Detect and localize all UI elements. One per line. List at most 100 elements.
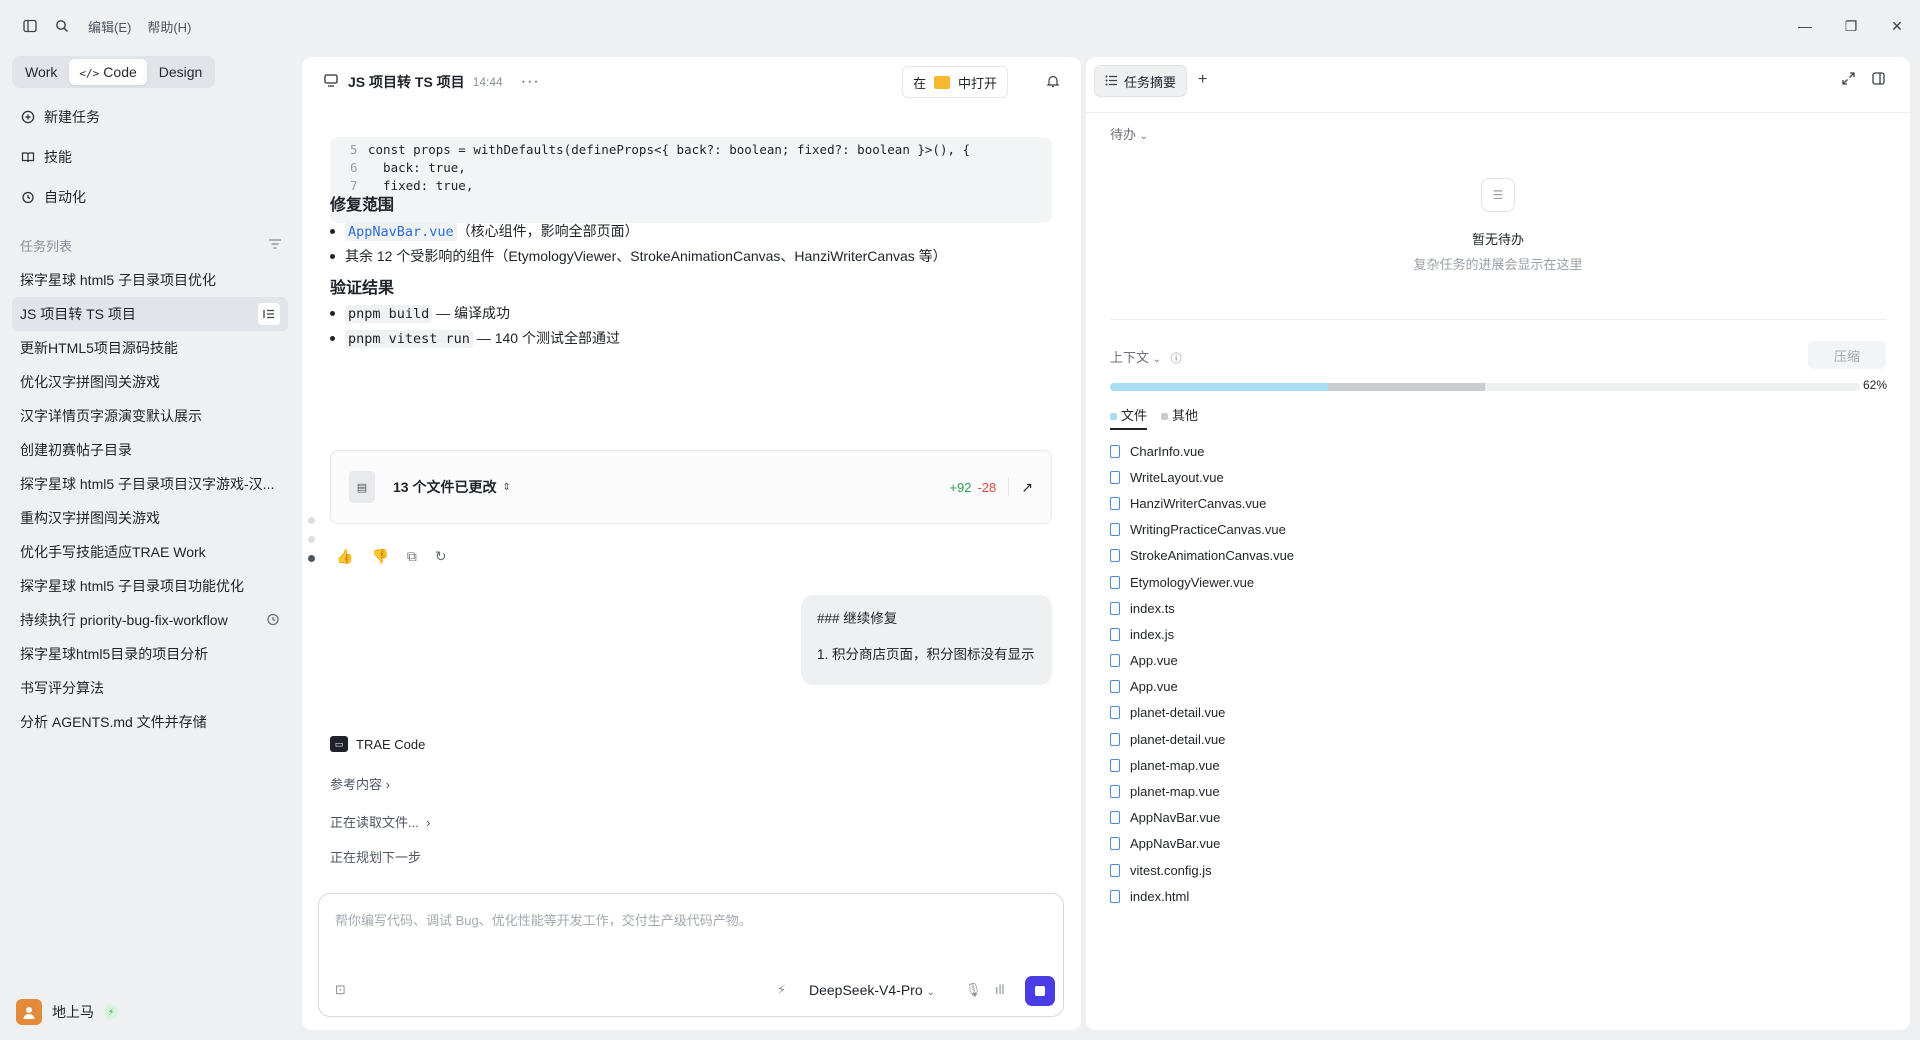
mode-design[interactable]: Design xyxy=(149,59,213,85)
file-row[interactable]: index.html xyxy=(1110,883,1294,909)
todo-section-toggle[interactable]: 待办 ⌄ xyxy=(1110,124,1148,143)
filter-icon[interactable] xyxy=(268,238,282,253)
attach-icon[interactable]: ⊡ xyxy=(335,982,346,998)
file-diff-icon: ▤ xyxy=(349,471,375,503)
file-row[interactable]: WriteLayout.vue xyxy=(1110,464,1294,490)
task-label: 探字星球html5目录的项目分析 xyxy=(20,646,209,662)
file-row[interactable]: index.js xyxy=(1110,621,1294,647)
task-item[interactable]: 汉字详情页字源演变默认展示 xyxy=(12,399,288,433)
file-row[interactable]: CharInfo.vue xyxy=(1110,438,1294,464)
task-item[interactable]: 探字星球 html5 子目录项目优化 xyxy=(12,263,288,297)
context-percent: 62% xyxy=(1863,378,1888,392)
file-icon xyxy=(1110,758,1120,772)
panel-toggle-icon[interactable] xyxy=(1872,72,1885,88)
window-controls: — ❐ ✕ xyxy=(1782,0,1920,52)
task-item-active[interactable]: JS 项目转 TS 项目 xyxy=(12,297,288,331)
thumbs-down-icon[interactable]: 👎 xyxy=(371,548,388,565)
expand-icon[interactable] xyxy=(1842,72,1855,88)
task-item[interactable]: 探字星球 html5 子目录项目功能优化 xyxy=(12,569,288,603)
user-profile[interactable]: 地上马 ⚡ xyxy=(16,999,118,1025)
empty-todo-icon: ☰ xyxy=(1481,178,1515,212)
nav-automation[interactable]: 自动化 xyxy=(20,183,86,211)
add-tab-icon[interactable]: + xyxy=(1198,71,1207,89)
file-row[interactable]: index.ts xyxy=(1110,595,1294,621)
maximize-icon[interactable]: ❐ xyxy=(1828,0,1874,52)
file-name: CharInfo.vue xyxy=(1130,443,1205,459)
task-item[interactable]: 重构汉字拼图闯关游戏 xyxy=(12,501,288,535)
file-row[interactable]: EtymologyViewer.vue xyxy=(1110,569,1294,595)
composer-input[interactable]: 帮你编写代码、调试 Bug、优化性能等开发工作，交付生产级代码产物。 xyxy=(335,910,752,929)
reading-files-label: 正在读取文件... xyxy=(330,815,419,830)
file-row[interactable]: WritingPracticeCanvas.vue xyxy=(1110,517,1294,543)
file-icon xyxy=(1110,732,1120,746)
chat-panel: JS 项目转 TS 项目 14:44 ··· 在 中打开 5 const prop… xyxy=(302,57,1081,1030)
minimize-icon[interactable]: — xyxy=(1782,0,1828,52)
legend-files[interactable]: 文件 xyxy=(1110,405,1148,430)
file-row[interactable]: planet-map.vue xyxy=(1110,752,1294,778)
file-row[interactable]: vitest.config.js xyxy=(1110,857,1294,883)
task-item[interactable]: 探字星球html5目录的项目分析 xyxy=(12,637,288,671)
file-row[interactable]: HanziWriterCanvas.vue xyxy=(1110,490,1294,516)
task-item[interactable]: 书写评分算法 xyxy=(12,671,288,705)
legend-other[interactable]: 其他 xyxy=(1161,405,1198,430)
file-row[interactable]: planet-detail.vue xyxy=(1110,726,1294,752)
user-message-line: 1. 积分商店页面，积分图标没有显示 xyxy=(817,647,1035,662)
task-item[interactable]: 持续执行 priority-bug-fix-workflow xyxy=(12,603,288,637)
refresh-icon[interactable]: ↻ xyxy=(435,548,447,565)
task-item[interactable]: 优化手写技能适应TRAE Work xyxy=(12,535,288,569)
file-row[interactable]: planet-map.vue xyxy=(1110,778,1294,804)
file-link[interactable]: AppNavBar.vue xyxy=(345,223,457,241)
compress-button[interactable]: 压缩 xyxy=(1808,341,1886,369)
scroll-dot-active[interactable] xyxy=(308,555,315,562)
mode-code[interactable]: </> Code xyxy=(69,59,147,85)
thumbs-up-icon[interactable]: 👍 xyxy=(336,548,353,565)
open-external-icon[interactable]: ↗ xyxy=(1021,479,1033,496)
scroll-dot[interactable] xyxy=(308,536,315,543)
menu-edit[interactable]: 编辑(E) xyxy=(88,17,131,36)
file-row[interactable]: AppNavBar.vue xyxy=(1110,805,1294,831)
search-icon[interactable] xyxy=(48,12,76,40)
model-name: DeepSeek-V4-Pro xyxy=(809,982,923,998)
chevron-updown-icon[interactable]: ⇕ xyxy=(502,482,510,493)
waveform-icon[interactable]: ıll xyxy=(995,982,1004,997)
task-label: 探字星球 html5 子目录项目优化 xyxy=(20,272,217,288)
files-changed-card[interactable]: ▤ 13 个文件已更改 ⇕ +92 -28 ↗ xyxy=(330,450,1052,524)
mode-work[interactable]: Work xyxy=(15,59,67,85)
nav-new-task[interactable]: 新建任务 xyxy=(20,103,100,131)
task-list-icon[interactable] xyxy=(258,303,280,325)
model-selector[interactable]: DeepSeek-V4-Pro ⌄ xyxy=(809,982,935,998)
file-row[interactable]: StrokeAnimationCanvas.vue xyxy=(1110,543,1294,569)
lightning-icon[interactable]: ⚡ xyxy=(777,982,786,998)
task-item[interactable]: 更新HTML5项目源码技能 xyxy=(12,331,288,365)
message-actions: 👍 👎 ⧉ ↻ xyxy=(336,548,447,565)
file-row[interactable]: App.vue xyxy=(1110,674,1294,700)
bullet-item: pnpm vitest run — 140 个测试全部通过 xyxy=(330,328,620,348)
menu-help[interactable]: 帮助(H) xyxy=(147,17,191,36)
microphone-icon[interactable]: 🎙 xyxy=(965,982,982,998)
alarm-clock-icon xyxy=(266,612,280,629)
more-icon[interactable]: ··· xyxy=(521,73,540,91)
close-icon[interactable]: ✕ xyxy=(1874,0,1920,52)
scroll-dot[interactable] xyxy=(308,517,315,524)
file-row[interactable]: App.vue xyxy=(1110,648,1294,674)
tab-task-summary[interactable]: 任务摘要 xyxy=(1094,65,1188,97)
bell-icon[interactable] xyxy=(1046,74,1060,91)
copy-icon[interactable]: ⧉ xyxy=(407,548,417,565)
open-in-suffix: 中打开 xyxy=(958,75,998,91)
task-item[interactable]: 分析 AGENTS.md 文件并存储 xyxy=(12,705,288,739)
task-item[interactable]: 探字星球 html5 子目录项目汉字游戏-汉... xyxy=(12,467,288,501)
file-row[interactable]: planet-detail.vue xyxy=(1110,700,1294,726)
task-item[interactable]: 优化汉字拼图闯关游戏 xyxy=(12,365,288,399)
file-row[interactable]: AppNavBar.vue xyxy=(1110,831,1294,857)
reference-content-toggle[interactable]: 参考内容 › xyxy=(330,774,390,793)
stop-button[interactable] xyxy=(1025,976,1055,1006)
task-item[interactable]: 创建初赛帖子目录 xyxy=(12,433,288,467)
message-composer[interactable]: 帮你编写代码、调试 Bug、优化性能等开发工作，交付生产级代码产物。 ⊡ ⚡ D… xyxy=(318,893,1064,1017)
sidebar-toggle-icon[interactable] xyxy=(16,12,44,40)
nav-skills[interactable]: 技能 xyxy=(20,143,72,171)
open-in-button[interactable]: 在 中打开 xyxy=(902,66,1009,98)
info-icon[interactable]: ⓘ xyxy=(1171,353,1182,365)
context-section-toggle[interactable]: 上下文 ⌄ ⓘ xyxy=(1110,347,1182,366)
reading-files-status[interactable]: 正在读取文件... › xyxy=(330,812,430,831)
task-label: 探字星球 html5 子目录项目功能优化 xyxy=(20,578,245,594)
